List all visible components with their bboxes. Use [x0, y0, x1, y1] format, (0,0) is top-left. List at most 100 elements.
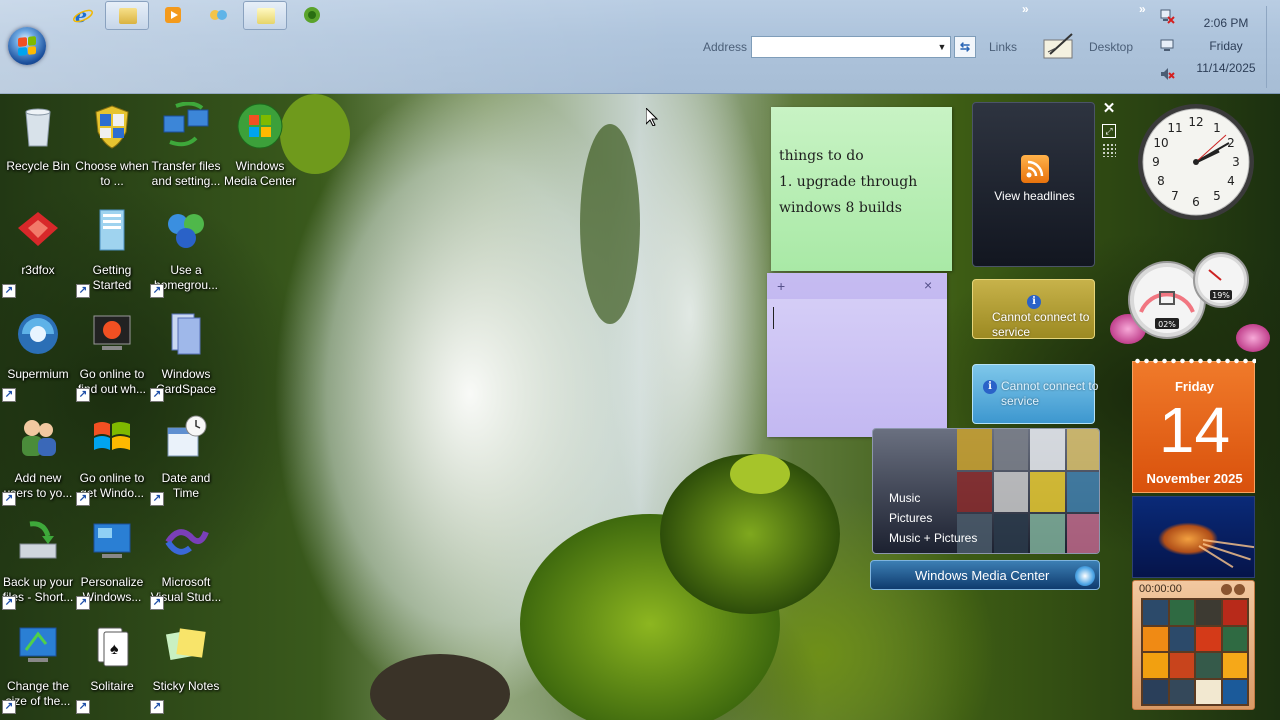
mc-menu-music[interactable]: Music [889, 491, 920, 505]
puzzle-tile[interactable] [1222, 600, 1247, 625]
desktop-icon-backup[interactable]: ↗ Back up your files - Short... [0, 514, 76, 610]
desktop-icon-personalize[interactable]: ↗ Personalize Windows... [74, 514, 150, 610]
calendar-month-year: November 2025 [1146, 471, 1243, 486]
puzzle-tile[interactable] [1222, 626, 1247, 651]
windows-logo-icon [94, 422, 130, 450]
links-toolbar-label[interactable]: Links [989, 40, 1017, 54]
puzzle-help-icon[interactable] [1221, 584, 1232, 595]
puzzle-tile[interactable] [1143, 626, 1168, 651]
taskbar-window-explorer[interactable] [105, 1, 149, 30]
sticky-note-purple[interactable]: + × [767, 273, 947, 437]
media-center-tiles[interactable]: Music Pictures Music + Pictures [872, 428, 1100, 554]
puzzle-tile[interactable] [1169, 653, 1194, 678]
desktop-icon-cardspace[interactable]: ↗ Windows CardSpace [148, 306, 224, 402]
taskbar-grip[interactable] [1266, 6, 1276, 88]
mc-menu-pictures[interactable]: Pictures [889, 511, 932, 525]
desktop-icon-supermium[interactable]: ↗ Supermium [0, 306, 76, 402]
calendar-gadget[interactable]: Friday 14 November 2025 [1132, 356, 1256, 493]
solitaire-icon: ♠ [97, 627, 129, 667]
media-center-orb-icon[interactable] [1075, 566, 1095, 586]
go-icon[interactable]: ⇆ [954, 36, 976, 58]
puzzle-tile[interactable] [1143, 653, 1168, 678]
puzzle-solve-icon[interactable] [1234, 584, 1245, 595]
clock-time[interactable]: 2:06 PM [1196, 16, 1256, 30]
puzzle-tile[interactable] [1196, 626, 1221, 651]
view-headlines-label[interactable]: View headlines [973, 189, 1096, 203]
puzzle-tile[interactable] [1196, 679, 1221, 704]
mc-menu-music-pictures[interactable]: Music + Pictures [889, 531, 977, 545]
desktop-icon-label: Choose when to ... [75, 159, 149, 188]
desktop-toolbar-label[interactable]: Desktop [1089, 40, 1133, 54]
desktop-icon-visual-studio[interactable]: ↗ Microsoft Visual Stud... [148, 514, 224, 610]
desktop-icon-homegroup[interactable]: ↗ Use a homegrou... [148, 202, 224, 298]
desktop-icon-add-users[interactable]: ↗ Add new users to yo... [0, 410, 76, 506]
desktop-icon-label: Supermium [7, 367, 69, 381]
puzzle-tile[interactable] [1222, 653, 1247, 678]
links-chevron-icon[interactable]: » [1022, 2, 1029, 16]
memory-percent: 19% [1212, 291, 1230, 300]
desktop-icon-go-online-find[interactable]: ↗ Go online to find out wh... [74, 306, 150, 402]
desktop-icon-solitaire[interactable]: ♠ ↗ Solitaire [74, 618, 150, 714]
desktop-icon-choose-when[interactable]: Choose when to ... [74, 98, 150, 194]
svg-text:11: 11 [1167, 121, 1182, 135]
desktop-icon-sticky-notes[interactable]: ↗ Sticky Notes [148, 618, 224, 714]
desktop-icon-go-online-windows[interactable]: ↗ Go online to get Windo... [74, 410, 150, 506]
cpu-meter-gadget[interactable]: 02% 19% [1127, 250, 1252, 345]
media-center-bar[interactable]: Windows Media Center [870, 560, 1100, 590]
svg-text:1: 1 [1213, 121, 1221, 135]
getting-started-icon [99, 209, 125, 251]
go-online-icon [93, 315, 131, 350]
desktop-toolbar-icon[interactable] [1042, 30, 1076, 60]
volume-muted-icon[interactable] [1159, 66, 1175, 82]
media-center-gadget[interactable]: Music Pictures Music + Pictures Windows … [870, 428, 1100, 590]
gadget-resize-icon[interactable]: ⤢ [1102, 124, 1116, 138]
puzzle-tile[interactable] [1169, 626, 1194, 651]
desktop-icon-media-center[interactable]: Windows Media Center [222, 98, 298, 194]
wallpaper-rock [370, 654, 510, 720]
desktop-icon-date-time[interactable]: ↗ Date and Time [148, 410, 224, 506]
visual-studio-icon [165, 529, 209, 555]
messenger-icon[interactable] [207, 4, 229, 26]
shortcut-arrow-icon: ↗ [2, 596, 16, 610]
monitor-tray-icon[interactable] [1159, 37, 1175, 53]
internet-explorer-icon[interactable]: e [72, 4, 94, 26]
puzzle-tile[interactable] [1196, 653, 1221, 678]
address-dropdown-icon[interactable]: ▼ [934, 38, 950, 56]
slideshow-gadget[interactable] [1132, 496, 1255, 578]
feed-headlines-gadget[interactable]: View headlines [972, 102, 1095, 267]
gadget-close-icon[interactable]: ✕ [1101, 101, 1117, 117]
puzzle-tile[interactable] [1222, 679, 1247, 704]
delete-note-icon[interactable]: × [924, 277, 932, 293]
start-button[interactable] [8, 27, 46, 65]
puzzle-grid[interactable] [1141, 598, 1249, 706]
desktop-icon-r3dfox[interactable]: ↗ r3dfox [0, 202, 76, 298]
desktop-icon-getting-started[interactable]: ↗ Getting Started [74, 202, 150, 298]
desktop-icon-label: Sticky Notes [152, 679, 220, 693]
desktop-icon-recycle-bin[interactable]: Recycle Bin [0, 98, 76, 194]
puzzle-tile[interactable] [1169, 600, 1194, 625]
desktop-icon-transfer-files[interactable]: Transfer files and setting... [148, 98, 224, 194]
new-note-icon[interactable]: + [777, 278, 785, 294]
picture-puzzle-gadget[interactable]: 00:00:00 [1132, 580, 1255, 710]
sticky-note-green[interactable]: things to do 1. upgrade through windows … [771, 107, 952, 271]
xbox-icon[interactable] [301, 4, 323, 26]
clock-day[interactable]: Friday [1196, 39, 1256, 53]
puzzle-tile[interactable] [1169, 679, 1194, 704]
puzzle-controls[interactable] [1221, 584, 1251, 596]
weather-gadget[interactable]: i Cannot connect to service [972, 364, 1098, 424]
currency-gadget[interactable]: i Cannot connect to service [972, 279, 1095, 339]
puzzle-tile[interactable] [1196, 600, 1221, 625]
puzzle-tile[interactable] [1143, 600, 1168, 625]
taskbar-window-active[interactable] [243, 1, 287, 30]
sticky-note-text[interactable]: things to do 1. upgrade through windows … [779, 143, 917, 221]
puzzle-tile[interactable] [1143, 679, 1168, 704]
clock-date[interactable]: 11/14/2025 [1190, 61, 1262, 75]
address-input[interactable] [751, 36, 951, 58]
media-player-icon[interactable] [162, 4, 184, 26]
desktop-icon-change-size[interactable]: ↗ Change the size of the... [0, 618, 76, 714]
tray-chevron-icon[interactable]: » [1139, 2, 1146, 16]
gadget-drag-handle-icon[interactable] [1102, 143, 1116, 157]
svg-text:10: 10 [1153, 136, 1168, 150]
clock-gadget[interactable]: 12 123 4567 891011 [1135, 101, 1257, 223]
network-disconnected-icon[interactable] [1159, 8, 1175, 24]
